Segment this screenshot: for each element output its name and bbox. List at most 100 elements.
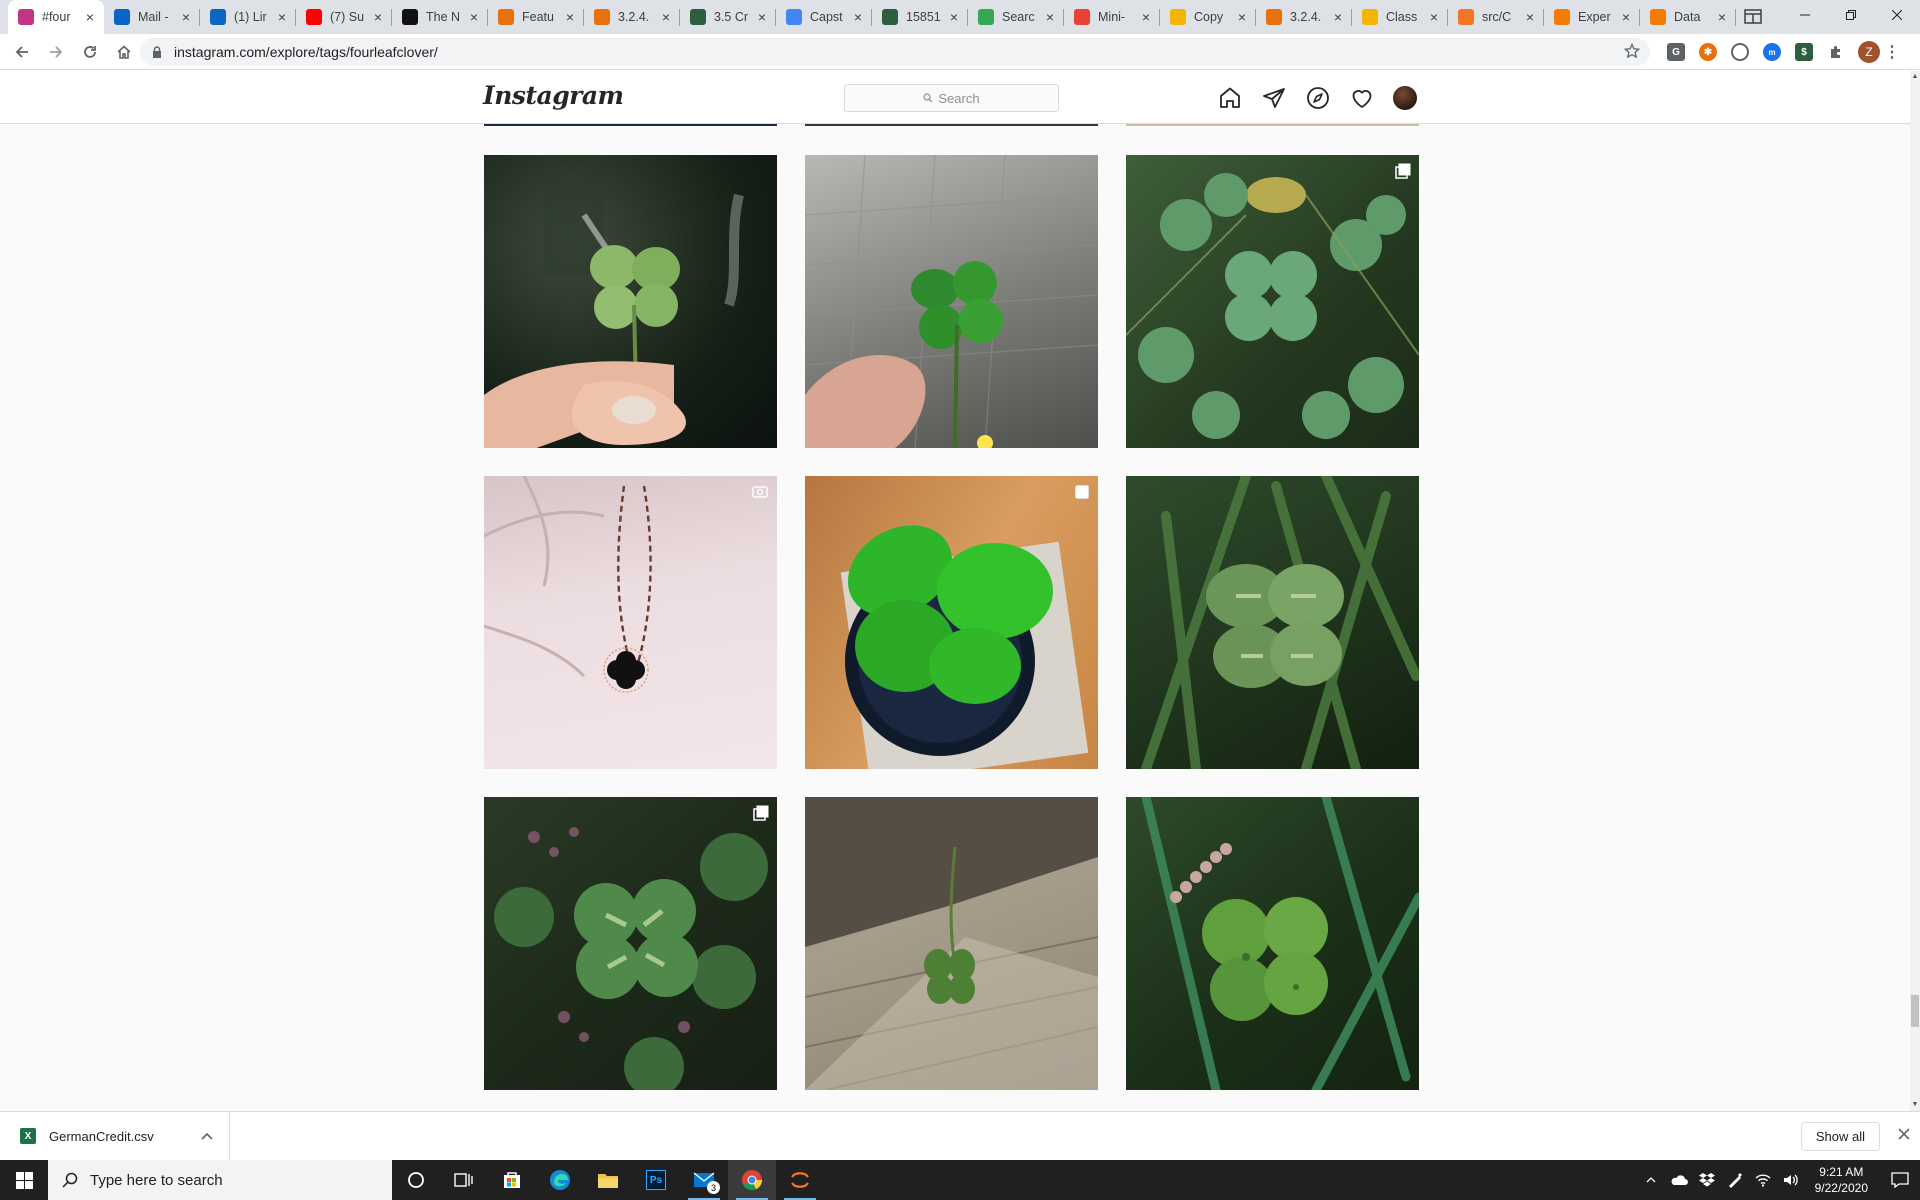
browser-tab[interactable]: 3.2.4. ×	[584, 0, 680, 34]
download-item[interactable]: X GermanCredit.csv	[0, 1111, 230, 1161]
post-thumbnail[interactable]	[484, 476, 777, 769]
post-thumbnail[interactable]	[1126, 797, 1419, 1090]
browser-tab[interactable]: Mail - ×	[104, 0, 200, 34]
close-tab-icon[interactable]: ×	[1234, 9, 1250, 25]
action-center-notification-icon[interactable]	[1880, 1172, 1920, 1188]
close-tab-icon[interactable]: ×	[466, 9, 482, 25]
wifi-icon[interactable]	[1752, 1173, 1774, 1187]
browser-tab[interactable]: (7) Su ×	[296, 0, 392, 34]
close-tab-icon[interactable]: ×	[274, 9, 290, 25]
browser-tab[interactable]: Searc ×	[968, 0, 1064, 34]
post-thumbnail-partial[interactable]	[484, 124, 777, 126]
post-thumbnail[interactable]	[805, 155, 1098, 448]
show-hidden-icons-chevron-icon[interactable]	[1640, 1177, 1662, 1183]
jupyter-taskbar-icon[interactable]	[776, 1160, 824, 1200]
close-tab-icon[interactable]: ×	[370, 9, 386, 25]
bookmark-star-icon[interactable]	[1623, 42, 1641, 64]
show-all-downloads-button[interactable]: Show all	[1800, 1122, 1880, 1151]
orange-extension-icon[interactable]: ✱	[1699, 43, 1717, 61]
post-thumbnail-partial[interactable]	[805, 124, 1098, 126]
close-tab-icon[interactable]: ×	[1618, 9, 1634, 25]
microsoft-store-icon[interactable]	[488, 1160, 536, 1200]
volume-speaker-icon[interactable]	[1780, 1173, 1802, 1187]
browser-tab[interactable]: 3.5 Cr ×	[680, 0, 776, 34]
back-button[interactable]	[6, 36, 38, 68]
browser-tab[interactable]: Capst ×	[776, 0, 872, 34]
page-scrollbar[interactable]: ▲ ▼	[1910, 71, 1920, 1111]
browser-tab[interactable]: #four ×	[8, 0, 104, 34]
instagram-logo[interactable]: Instagram	[483, 81, 624, 110]
browser-tab[interactable]: Data ×	[1640, 0, 1736, 34]
post-thumbnail[interactable]	[484, 797, 777, 1090]
profile-avatar[interactable]: Z	[1858, 41, 1880, 63]
post-thumbnail[interactable]	[1126, 476, 1419, 769]
taskbar-search-box[interactable]: Type here to search	[48, 1160, 392, 1200]
close-tab-icon[interactable]: ×	[178, 9, 194, 25]
home-button[interactable]	[108, 36, 140, 68]
home-nav-icon[interactable]	[1217, 85, 1243, 111]
reload-button[interactable]	[74, 36, 106, 68]
close-tab-icon[interactable]: ×	[946, 9, 962, 25]
chrome-menu-icon[interactable]: ⋮	[1884, 43, 1900, 61]
browser-tab[interactable]: The N ×	[392, 0, 488, 34]
cortana-icon[interactable]	[392, 1160, 440, 1200]
post-thumbnail[interactable]	[484, 155, 777, 448]
chevron-up-icon[interactable]	[201, 1132, 213, 1140]
mail-app-icon[interactable]: 3	[680, 1160, 728, 1200]
post-thumbnail-partial[interactable]	[1126, 124, 1419, 126]
file-explorer-icon[interactable]	[584, 1160, 632, 1200]
blue-extension-icon[interactable]: m	[1763, 43, 1781, 61]
forward-button[interactable]	[40, 36, 72, 68]
dropbox-icon[interactable]	[1696, 1173, 1718, 1187]
scroll-up-arrow-icon[interactable]: ▲	[1910, 71, 1920, 83]
scrollbar-thumb[interactable]	[1911, 995, 1919, 1027]
extensions-puzzle-icon[interactable]	[1827, 43, 1845, 61]
close-window-button[interactable]	[1874, 0, 1920, 30]
scroll-down-arrow-icon[interactable]: ▼	[1910, 1099, 1920, 1111]
browser-tab[interactable]: Class ×	[1352, 0, 1448, 34]
course-extension-icon[interactable]: $	[1795, 43, 1813, 61]
restore-button[interactable]	[1828, 0, 1874, 30]
browser-tab[interactable]: 15851 ×	[872, 0, 968, 34]
post-thumbnail[interactable]	[1126, 155, 1419, 448]
activity-heart-icon[interactable]	[1349, 85, 1375, 111]
edge-browser-icon[interactable]	[536, 1160, 584, 1200]
circle-extension-icon[interactable]	[1731, 43, 1749, 61]
photoshop-icon[interactable]: Ps	[632, 1160, 680, 1200]
close-tab-icon[interactable]: ×	[754, 9, 770, 25]
chrome-taskbar-icon[interactable]	[728, 1160, 776, 1200]
grammarly-extension-icon[interactable]: G	[1667, 43, 1685, 61]
close-shelf-icon[interactable]	[1898, 1127, 1910, 1145]
close-tab-icon[interactable]: ×	[850, 9, 866, 25]
instagram-search-box[interactable]: Search	[844, 84, 1059, 112]
onedrive-cloud-icon[interactable]	[1668, 1174, 1690, 1186]
post-thumbnail[interactable]	[805, 476, 1098, 769]
browser-tab[interactable]: Exper ×	[1544, 0, 1640, 34]
user-avatar[interactable]	[1393, 86, 1417, 110]
close-tab-icon[interactable]: ×	[658, 9, 674, 25]
browser-tab[interactable]: Copy ×	[1160, 0, 1256, 34]
taskbar-clock[interactable]: 9:21 AM 9/22/2020	[1815, 1164, 1868, 1196]
windows-start-button[interactable]	[0, 1160, 48, 1200]
browser-tab[interactable]: (1) Lir ×	[200, 0, 296, 34]
explore-compass-icon[interactable]	[1305, 85, 1331, 111]
minimize-button[interactable]	[1782, 0, 1828, 30]
task-view-icon[interactable]	[440, 1160, 488, 1200]
new-tab-button[interactable]	[1736, 0, 1770, 34]
post-thumbnail[interactable]	[805, 797, 1098, 1090]
direct-message-icon[interactable]	[1261, 85, 1287, 111]
close-tab-icon[interactable]: ×	[1042, 9, 1058, 25]
close-tab-icon[interactable]: ×	[1138, 9, 1154, 25]
browser-tab[interactable]: src/C ×	[1448, 0, 1544, 34]
pen-ink-icon[interactable]	[1724, 1172, 1746, 1188]
close-tab-icon[interactable]: ×	[1330, 9, 1346, 25]
browser-tab[interactable]: Featu ×	[488, 0, 584, 34]
close-tab-icon[interactable]: ×	[562, 9, 578, 25]
browser-tab[interactable]: Mini- ×	[1064, 0, 1160, 34]
close-tab-icon[interactable]: ×	[1426, 9, 1442, 25]
close-tab-icon[interactable]: ×	[1522, 9, 1538, 25]
close-tab-icon[interactable]: ×	[82, 9, 98, 25]
close-tab-icon[interactable]: ×	[1714, 9, 1730, 25]
address-bar[interactable]: instagram.com/explore/tags/fourleafclove…	[140, 38, 1650, 66]
browser-tab[interactable]: 3.2.4. ×	[1256, 0, 1352, 34]
